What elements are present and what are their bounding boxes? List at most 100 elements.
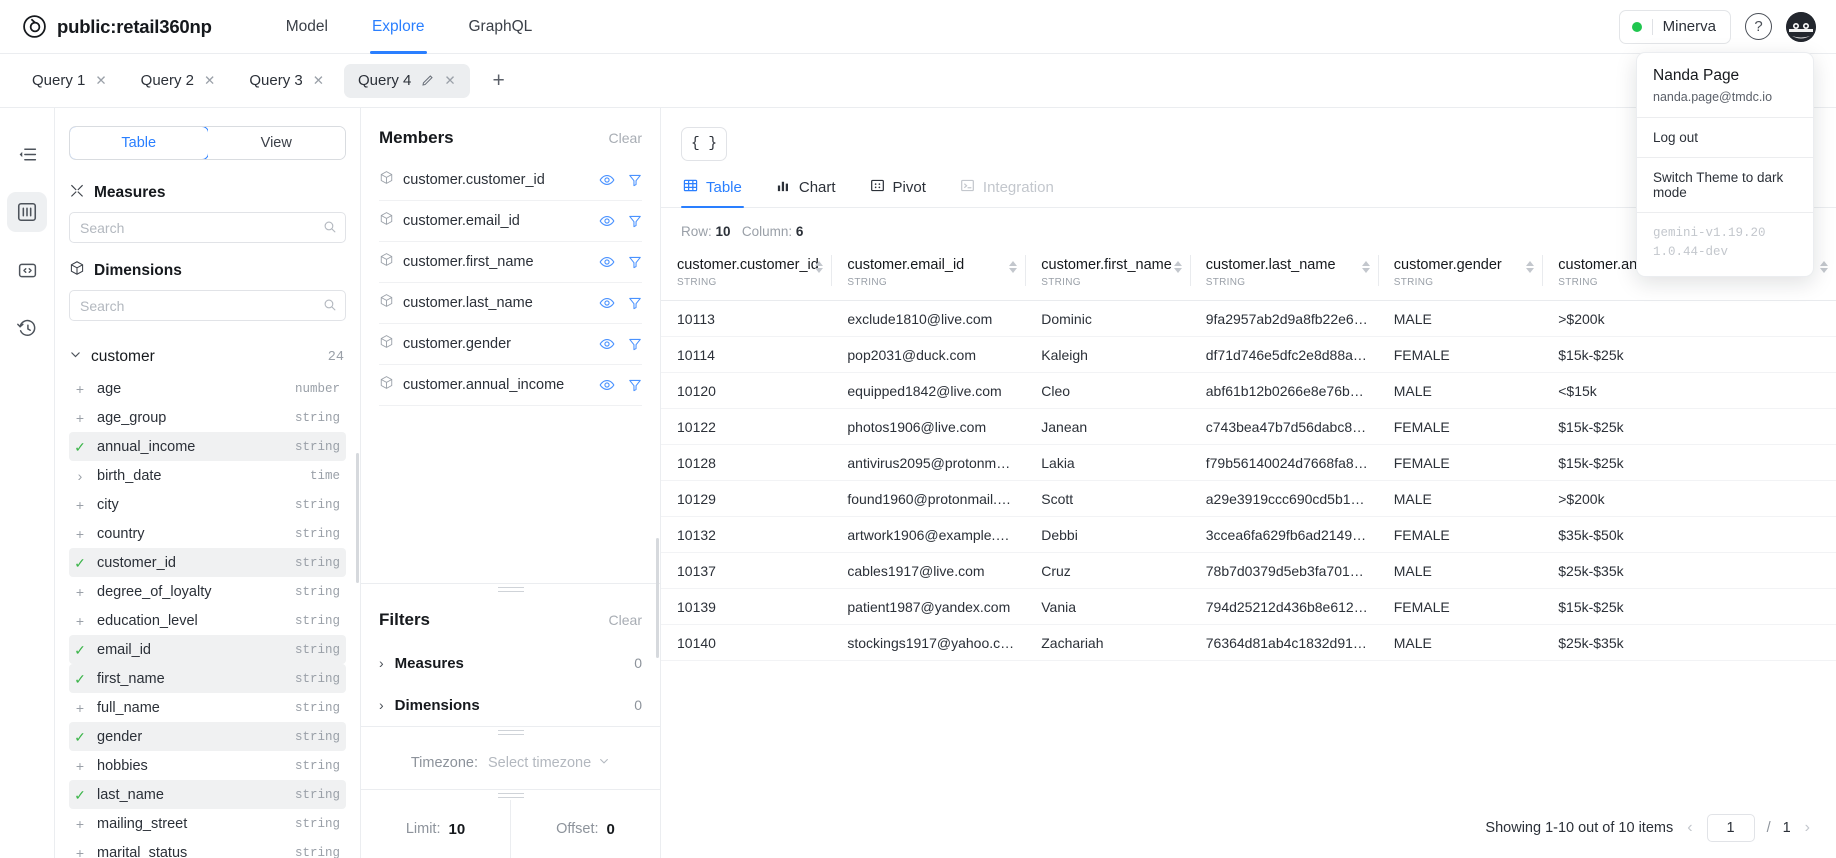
query-tab-4[interactable]: Query 4 ✕ bbox=[344, 63, 470, 98]
plus-icon[interactable]: + bbox=[73, 382, 87, 396]
members-clear-button[interactable]: Clear bbox=[609, 130, 642, 146]
nav-graphql[interactable]: GraphQL bbox=[447, 0, 555, 54]
measures-search-box[interactable] bbox=[69, 212, 346, 243]
left-panel-scrollbar[interactable] bbox=[356, 453, 359, 583]
visibility-eye-icon[interactable] bbox=[599, 254, 615, 270]
sort-toggle-icon[interactable] bbox=[1361, 261, 1370, 273]
segment-view[interactable]: View bbox=[207, 127, 345, 159]
switch-theme-menu-item[interactable]: Switch Theme to dark mode bbox=[1637, 157, 1813, 212]
close-icon[interactable]: ✕ bbox=[95, 74, 106, 88]
column-header[interactable]: customer.customer_id STRING bbox=[661, 251, 832, 301]
dimension-row[interactable]: + city string bbox=[69, 490, 346, 519]
logout-menu-item[interactable]: Log out bbox=[1637, 117, 1813, 157]
table-row[interactable]: 10139 patient1987@yandex.com Vania 794d2521… bbox=[661, 588, 1836, 625]
sort-toggle-icon[interactable] bbox=[1526, 261, 1535, 273]
table-row[interactable]: 10120 equipped1842@live.com Cleo abf61b12b0… bbox=[661, 372, 1836, 409]
nav-explore[interactable]: Explore bbox=[350, 0, 447, 54]
member-row[interactable]: customer.first_name bbox=[379, 242, 642, 283]
visibility-eye-icon[interactable] bbox=[599, 213, 615, 229]
nav-model[interactable]: Model bbox=[264, 0, 350, 54]
dimension-row[interactable]: ✓ annual_income string bbox=[69, 432, 346, 461]
panel-resize-handle[interactable] bbox=[361, 789, 660, 800]
check-icon[interactable]: ✓ bbox=[73, 440, 87, 454]
dimension-row[interactable]: + country string bbox=[69, 519, 346, 548]
query-tab-3[interactable]: Query 3 ✕ bbox=[235, 64, 338, 98]
table-row[interactable]: 10113 exclude1810@live.com Dominic 9fa2957a… bbox=[661, 300, 1836, 337]
dimension-row[interactable]: + full_name string bbox=[69, 693, 346, 722]
timezone-select[interactable]: Select timezone bbox=[488, 755, 610, 771]
sort-toggle-icon[interactable] bbox=[1009, 261, 1018, 273]
member-row[interactable]: customer.annual_income bbox=[379, 365, 642, 406]
member-row[interactable]: customer.customer_id bbox=[379, 160, 642, 201]
history-icon[interactable] bbox=[7, 308, 47, 348]
prev-page-icon[interactable]: ‹ bbox=[1685, 819, 1694, 837]
member-row[interactable]: customer.email_id bbox=[379, 201, 642, 242]
table-row[interactable]: 10140 stockings1917@yahoo.com Zachariah 763… bbox=[661, 624, 1836, 661]
filter-funnel-icon[interactable] bbox=[628, 173, 642, 187]
plus-icon[interactable]: + bbox=[73, 614, 87, 628]
sort-toggle-icon[interactable] bbox=[1173, 261, 1182, 273]
plus-icon[interactable]: + bbox=[73, 817, 87, 831]
help-icon[interactable]: ? bbox=[1745, 13, 1772, 40]
column-header[interactable]: customer.first_name STRING bbox=[1025, 251, 1190, 301]
member-row[interactable]: customer.gender bbox=[379, 324, 642, 365]
close-icon[interactable]: ✕ bbox=[204, 74, 215, 88]
explore-builder-icon[interactable] bbox=[7, 192, 47, 232]
offset-control[interactable]: Offset: 0 bbox=[510, 800, 660, 858]
table-row[interactable]: 10114 pop2031@duck.com Kaleigh df71d746e5df… bbox=[661, 336, 1836, 373]
table-row[interactable]: 10128 antivirus2095@protonmail.c... Lakia f… bbox=[661, 444, 1836, 481]
query-tab-2[interactable]: Query 2 ✕ bbox=[127, 64, 230, 98]
dimension-row[interactable]: + mailing_street string bbox=[69, 809, 346, 838]
visibility-eye-icon[interactable] bbox=[599, 172, 615, 188]
dimension-row[interactable]: ✓ first_name string bbox=[69, 664, 346, 693]
filter-row-dimensions[interactable]: › Dimensions 0 bbox=[379, 684, 642, 726]
member-row[interactable]: customer.last_name bbox=[379, 283, 642, 324]
code-view-icon[interactable] bbox=[7, 250, 47, 290]
table-row[interactable]: 10132 artwork1906@example.org Debbi 3ccea6f… bbox=[661, 516, 1836, 553]
plus-icon[interactable]: + bbox=[73, 759, 87, 773]
filters-clear-button[interactable]: Clear bbox=[609, 612, 642, 628]
dimension-row[interactable]: ✓ gender string bbox=[69, 722, 346, 751]
tab-table[interactable]: Table bbox=[681, 178, 744, 208]
table-row[interactable]: 10137 cables1917@live.com Cruz 78b7d0379d5e… bbox=[661, 552, 1836, 589]
plus-icon[interactable]: + bbox=[73, 411, 87, 425]
avatar[interactable] bbox=[1786, 11, 1816, 42]
sort-toggle-icon[interactable] bbox=[1820, 261, 1828, 273]
visibility-eye-icon[interactable] bbox=[599, 336, 615, 352]
dimension-row[interactable]: + age number bbox=[69, 374, 346, 403]
column-header[interactable]: customer.email_id STRING bbox=[831, 251, 1026, 301]
filter-funnel-icon[interactable] bbox=[628, 296, 642, 310]
visibility-eye-icon[interactable] bbox=[599, 377, 615, 393]
plus-icon[interactable]: + bbox=[73, 701, 87, 715]
dimension-list[interactable]: + age number + age_group string ✓ annual_income… bbox=[69, 374, 346, 858]
dimension-row[interactable]: › birth_date time bbox=[69, 461, 346, 490]
environment-selector[interactable]: Minerva bbox=[1618, 9, 1731, 44]
page-number-input[interactable]: 1 bbox=[1706, 814, 1755, 842]
dimensions-search-box[interactable] bbox=[69, 290, 346, 321]
plus-icon[interactable]: + bbox=[73, 585, 87, 599]
filter-funnel-icon[interactable] bbox=[628, 214, 642, 228]
members-panel-scrollbar[interactable] bbox=[656, 538, 659, 658]
sort-toggle-icon[interactable] bbox=[815, 261, 824, 273]
brand[interactable]: public:retail360np bbox=[22, 14, 212, 39]
plus-icon[interactable]: + bbox=[73, 846, 87, 858]
filter-row-measures[interactable]: › Measures 0 bbox=[379, 642, 642, 684]
close-icon[interactable]: ✕ bbox=[444, 74, 455, 88]
dimensions-search-input[interactable] bbox=[70, 291, 345, 320]
dimension-row[interactable]: + hobbies string bbox=[69, 751, 346, 780]
dimension-row[interactable]: ✓ last_name string bbox=[69, 780, 346, 809]
dimension-row[interactable]: ✓ customer_id string bbox=[69, 548, 346, 577]
check-icon[interactable]: ✓ bbox=[73, 643, 87, 657]
add-query-tab-button[interactable]: + bbox=[484, 66, 514, 96]
dimension-row[interactable]: + age_group string bbox=[69, 403, 346, 432]
next-page-icon[interactable]: › bbox=[1803, 819, 1812, 837]
dimension-group-customer[interactable]: customer 24 bbox=[69, 342, 346, 372]
dimension-row[interactable]: + marital_status string bbox=[69, 838, 346, 858]
table-row[interactable]: 10129 found1960@protonmail.com Scott a29e39… bbox=[661, 480, 1836, 517]
check-icon[interactable]: ✓ bbox=[73, 556, 87, 570]
segment-table[interactable]: Table bbox=[70, 127, 209, 159]
json-view-button[interactable]: { } bbox=[681, 127, 727, 161]
filter-funnel-icon[interactable] bbox=[628, 337, 642, 351]
tab-pivot[interactable]: Pivot bbox=[868, 178, 928, 207]
dimension-row[interactable]: + education_level string bbox=[69, 606, 346, 635]
